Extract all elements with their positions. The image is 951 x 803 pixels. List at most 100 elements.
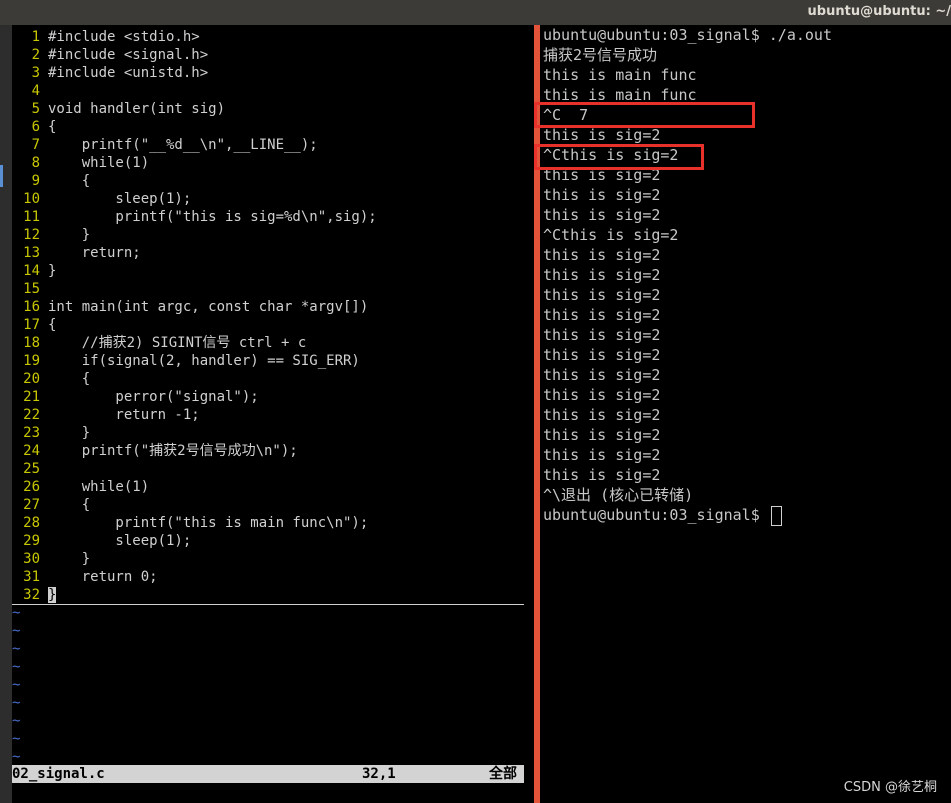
line-code: #include <unistd.h> bbox=[48, 65, 209, 81]
line-number: 6 bbox=[31, 119, 40, 135]
line-code: #include <stdio.h> bbox=[48, 29, 200, 45]
code-line[interactable]: 19 if(signal(2, handler) == SIG_ERR) bbox=[12, 352, 360, 370]
code-line[interactable]: 30 } bbox=[12, 550, 90, 568]
line-code: printf("捕获2号信号成功\n"); bbox=[48, 443, 298, 459]
code-line[interactable]: 20 { bbox=[12, 370, 90, 388]
line-code: #include <signal.h> bbox=[48, 47, 209, 63]
code-line[interactable]: 25 bbox=[12, 460, 48, 478]
line-number: 5 bbox=[31, 101, 40, 117]
code-line[interactable]: 9 { bbox=[12, 172, 91, 190]
code-line[interactable]: 32} bbox=[12, 586, 524, 605]
line-number: 18 bbox=[23, 335, 40, 351]
status-scope: 全部 bbox=[489, 766, 517, 782]
terminal-line: this is sig=2 bbox=[543, 346, 661, 364]
terminal-line: this is sig=2 bbox=[543, 306, 661, 324]
code-line[interactable]: 2 #include <signal.h> bbox=[12, 46, 209, 64]
line-code: } bbox=[48, 551, 91, 567]
line-code: return 0; bbox=[48, 569, 158, 585]
code-line[interactable]: 5 void handler(int sig) bbox=[12, 100, 225, 118]
code-line[interactable]: 17 { bbox=[12, 316, 56, 334]
terminal-line: this is sig=2 bbox=[543, 426, 661, 444]
code-line[interactable]: 24 printf("捕获2号信号成功\n"); bbox=[12, 442, 298, 460]
code-line[interactable]: 12 } bbox=[12, 226, 90, 244]
line-code: return -1; bbox=[48, 407, 200, 423]
status-filename: 02_signal.c bbox=[12, 766, 105, 782]
line-number: 32 bbox=[23, 587, 40, 603]
line-number: 17 bbox=[23, 317, 40, 333]
code-line[interactable]: 8 while(1) bbox=[12, 154, 150, 172]
line-number: 30 bbox=[23, 551, 40, 567]
code-line[interactable]: 4 bbox=[12, 82, 48, 100]
line-code: { bbox=[48, 173, 91, 189]
line-code: { bbox=[48, 317, 57, 333]
line-number: 26 bbox=[23, 479, 40, 495]
line-code: } bbox=[40, 587, 57, 603]
empty-line-tilde: ~ bbox=[12, 659, 21, 675]
line-number: 2 bbox=[31, 47, 40, 63]
empty-line-tilde: ~ bbox=[12, 695, 21, 711]
code-line[interactable]: 10 sleep(1); bbox=[12, 190, 191, 208]
terminal-line: this is sig=2 bbox=[543, 186, 661, 204]
code-line[interactable]: 29 sleep(1); bbox=[12, 532, 191, 550]
line-number: 10 bbox=[23, 191, 40, 207]
terminal-line: this is sig=2 bbox=[543, 246, 661, 264]
line-code: perror("signal"); bbox=[48, 389, 259, 405]
line-code: printf("this is main func\n"); bbox=[48, 515, 369, 531]
code-line[interactable]: 7 printf("__%d__\n",__LINE__); bbox=[12, 136, 318, 154]
terminal-line: this is sig=2 bbox=[543, 126, 661, 144]
code-line[interactable]: 1 #include <stdio.h> bbox=[12, 28, 200, 46]
empty-line-tilde: ~ bbox=[12, 749, 21, 765]
status-cursor-position: 32,1 bbox=[362, 766, 396, 782]
code-line[interactable]: 3 #include <unistd.h> bbox=[12, 64, 209, 82]
code-line[interactable]: 23 } bbox=[12, 424, 90, 442]
line-code: printf("__%d__\n",__LINE__); bbox=[48, 137, 318, 153]
empty-line-tilde: ~ bbox=[12, 623, 21, 639]
line-code: while(1) bbox=[48, 155, 150, 171]
terminal-line: this is sig=2 bbox=[543, 326, 661, 344]
terminal-pane[interactable]: ubuntu@ubuntu:03_signal$ ./a.out 捕获2号信号成功… bbox=[534, 25, 951, 803]
line-number: 22 bbox=[23, 407, 40, 423]
line-number: 28 bbox=[23, 515, 40, 531]
code-line[interactable]: 31 return 0; bbox=[12, 568, 158, 586]
watermark: CSDN @徐艺桐 bbox=[843, 780, 937, 795]
line-number: 27 bbox=[23, 497, 40, 513]
line-number: 24 bbox=[23, 443, 40, 459]
line-code: int main(int argc, const char *argv[]) bbox=[48, 299, 369, 315]
line-code: } bbox=[48, 425, 91, 441]
code-line[interactable]: 28 printf("this is main func\n"); bbox=[12, 514, 368, 532]
code-line[interactable]: 16 int main(int argc, const char *argv[]) bbox=[12, 298, 368, 316]
code-line[interactable]: 15 bbox=[12, 280, 48, 298]
code-line[interactable]: 26 while(1) bbox=[12, 478, 149, 496]
empty-line-tilde: ~ bbox=[12, 731, 21, 747]
code-line[interactable]: 18 //捕获2) SIGINT信号 ctrl + c bbox=[12, 334, 306, 352]
annotation-box-ctrl-c-7 bbox=[534, 102, 755, 128]
line-code: sleep(1); bbox=[48, 191, 192, 207]
code-line[interactable]: 11 printf("this is sig=%d\n",sig); bbox=[12, 208, 377, 226]
line-number: 9 bbox=[31, 173, 40, 189]
empty-line-tilde: ~ bbox=[12, 641, 21, 657]
terminal-cursor bbox=[770, 505, 782, 526]
code-line[interactable]: 22 return -1; bbox=[12, 406, 200, 424]
terminal-line: this is sig=2 bbox=[543, 466, 661, 484]
empty-line-tilde: ~ bbox=[12, 605, 21, 621]
code-line[interactable]: 14} bbox=[12, 262, 56, 280]
line-number: 11 bbox=[23, 209, 40, 225]
code-line[interactable]: 21 perror("signal"); bbox=[12, 388, 259, 406]
code-line[interactable]: 13 return; bbox=[12, 244, 141, 262]
terminal-line: 捕获2号信号成功 bbox=[543, 46, 658, 64]
line-number: 1 bbox=[31, 29, 40, 45]
line-code: } bbox=[48, 263, 57, 279]
terminal-line: this is sig=2 bbox=[543, 286, 661, 304]
line-code: return; bbox=[48, 245, 141, 261]
code-line[interactable]: 27 { bbox=[12, 496, 90, 514]
launcher-strip bbox=[0, 25, 12, 803]
line-number: 21 bbox=[23, 389, 40, 405]
line-number: 16 bbox=[23, 299, 40, 315]
terminal-prompt-line[interactable]: ubuntu@ubuntu:03_signal$ bbox=[543, 505, 782, 526]
vim-editor-pane[interactable]: 1 #include <stdio.h> 2 #include <signal.h> 3… bbox=[12, 25, 534, 803]
line-number: 4 bbox=[31, 83, 40, 99]
code-line[interactable]: 6{ bbox=[12, 118, 57, 136]
line-number: 23 bbox=[23, 425, 40, 441]
